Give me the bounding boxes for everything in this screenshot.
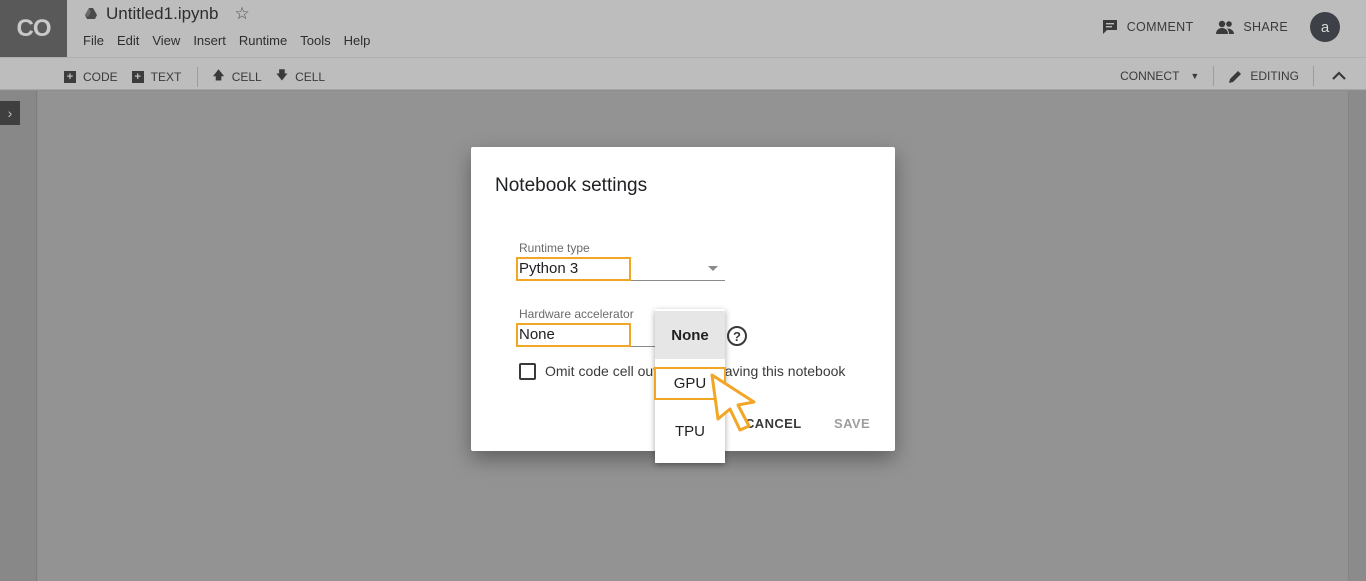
caret-down-icon: ▼ <box>1190 71 1200 81</box>
header-actions: COMMENT SHARE a <box>1101 12 1340 42</box>
app-header: CO Untitled1.ipynb ☆ File Edit View Inse… <box>0 0 1366 57</box>
connect-button[interactable]: CONNECT ▼ <box>1120 69 1199 83</box>
share-label: SHARE <box>1243 20 1288 34</box>
dialog-title: Notebook settings <box>495 175 648 196</box>
right-gutter <box>1348 91 1366 581</box>
runtime-type-highlight <box>516 257 631 281</box>
star-icon[interactable]: ☆ <box>234 4 249 24</box>
editing-label: EDITING <box>1250 69 1299 83</box>
share-icon <box>1216 20 1235 34</box>
toolbar: + CODE + TEXT 🡅 CELL 🡇 CELL CONNECT ▼ ED… <box>0 57 1366 90</box>
menu-insert[interactable]: Insert <box>193 33 226 48</box>
chevron-up-icon[interactable] <box>1332 71 1346 81</box>
side-panel-strip <box>0 91 37 581</box>
connect-label: CONNECT <box>1120 69 1180 83</box>
toolbar-divider <box>197 66 199 87</box>
move-cell-down-button[interactable]: 🡇 CELL <box>276 66 325 87</box>
editing-mode-button[interactable]: EDITING <box>1228 69 1299 84</box>
share-button[interactable]: SHARE <box>1215 19 1288 35</box>
help-icon[interactable]: ? <box>727 326 747 346</box>
comment-label: COMMENT <box>1126 20 1194 34</box>
toolbar-divider <box>1313 66 1314 86</box>
notebook-title[interactable]: Untitled1.ipynb <box>106 4 218 24</box>
add-code-button[interactable]: + CODE <box>64 70 118 84</box>
runtime-type-label: Runtime type <box>519 241 590 255</box>
arrow-up-icon: 🡅 <box>212 68 225 82</box>
plus-icon: + <box>131 70 144 83</box>
chevron-right-icon[interactable]: › <box>0 101 20 125</box>
comment-icon <box>1102 20 1117 34</box>
pencil-icon <box>1229 70 1242 83</box>
dropdown-option-none[interactable]: None <box>655 311 725 359</box>
plus-icon: + <box>64 70 76 83</box>
caret-down-icon[interactable] <box>708 266 718 271</box>
toolbar-right: CONNECT ▼ EDITING <box>1120 66 1346 86</box>
cell-up-label: CELL <box>231 69 262 84</box>
menu-runtime[interactable]: Runtime <box>239 33 287 48</box>
toolbar-left: + CODE + TEXT 🡅 CELL 🡇 CELL <box>64 66 325 87</box>
menu-file[interactable]: File <box>83 33 104 48</box>
menu-bar: File Edit View Insert Runtime Tools Help <box>83 33 370 48</box>
add-code-label: CODE <box>83 69 118 84</box>
hardware-accelerator-highlight <box>516 323 631 347</box>
save-button[interactable]: SAVE <box>834 416 870 431</box>
drive-icon <box>85 8 97 19</box>
pointer-cursor-icon <box>710 373 756 432</box>
hardware-accelerator-label: Hardware accelerator <box>519 307 634 321</box>
move-cell-up-button[interactable]: 🡅 CELL <box>212 66 261 87</box>
colab-logo[interactable]: CO <box>0 0 67 57</box>
toolbar-divider <box>1213 66 1215 86</box>
arrow-down-icon: 🡇 <box>275 68 289 82</box>
avatar[interactable]: a <box>1310 12 1340 42</box>
add-text-label: TEXT <box>150 69 182 84</box>
menu-tools[interactable]: Tools <box>300 33 330 48</box>
title-row: Untitled1.ipynb ☆ <box>84 4 250 24</box>
comment-button[interactable]: COMMENT <box>1101 18 1194 36</box>
menu-help[interactable]: Help <box>344 33 371 48</box>
menu-view[interactable]: View <box>152 33 180 48</box>
cell-down-label: CELL <box>295 69 326 84</box>
add-text-button[interactable]: + TEXT <box>131 69 182 84</box>
menu-edit[interactable]: Edit <box>117 33 139 48</box>
omit-output-checkbox[interactable] <box>519 363 536 380</box>
